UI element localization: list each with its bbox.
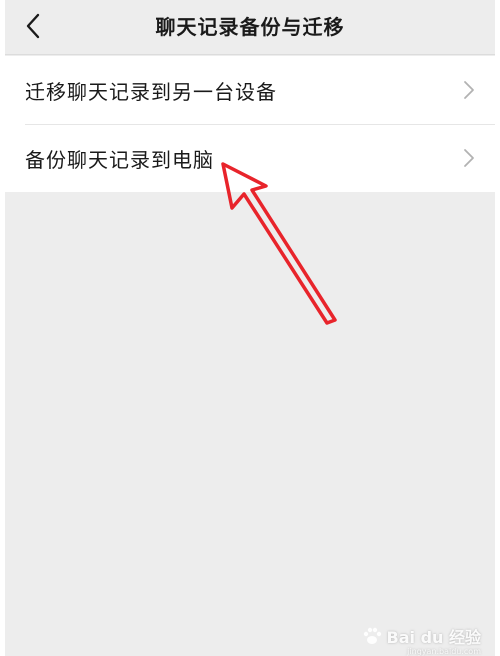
menu-item-migrate-chat-history[interactable]: 迁移聊天记录到另一台设备: [5, 56, 495, 124]
page-title: 聊天记录备份与迁移: [155, 15, 345, 39]
menu-item-label: 备份聊天记录到电脑: [25, 147, 214, 172]
chevron-right-icon: [464, 81, 474, 99]
menu-item-label: 迁移聊天记录到另一台设备: [25, 79, 277, 104]
menu-item-backup-to-computer[interactable]: 备份聊天记录到电脑: [5, 124, 495, 192]
watermark-subtext: jingyan.baidu.com: [407, 647, 481, 656]
menu-list: 迁移聊天记录到另一台设备 备份聊天记录到电脑: [5, 56, 495, 192]
screen: 聊天记录备份与迁移 迁移聊天记录到另一台设备 备份聊天记录到电脑 Bai du …: [5, 0, 495, 656]
watermark: Bai du 经验 jingyan.baidu.com: [361, 624, 481, 656]
paw-icon: [363, 627, 381, 644]
chevron-right-icon: [464, 149, 474, 167]
watermark-text: Bai du 经验: [386, 628, 481, 647]
navigation-bar: 聊天记录备份与迁移: [5, 0, 495, 55]
